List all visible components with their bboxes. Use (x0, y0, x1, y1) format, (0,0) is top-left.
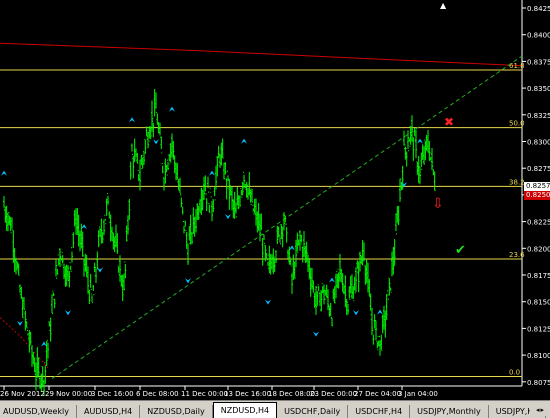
fractal-arrow-icon (329, 277, 335, 283)
moving-average-line (0, 42, 523, 67)
trend-line[interactable] (51, 55, 523, 380)
fractal-arrow-icon (241, 138, 247, 144)
price-tick-label: 0.8125 (527, 325, 550, 333)
down-arrow-icon: ⇩ (432, 196, 444, 212)
scroll-marker-icon[interactable]: ▲ (440, 1, 447, 10)
fractal-arrow-icon (313, 331, 319, 337)
time-tick-label: 13 Dec 16:00 (224, 390, 271, 398)
time-tick-label: 27 Dec 04:00 (354, 390, 401, 398)
price-tick-label: 0.8200 (527, 245, 550, 253)
chart-tab[interactable]: USDCHF,H4 (348, 405, 411, 418)
price-tick-label: 0.8175 (527, 272, 550, 280)
fractal-arrow-icon (17, 320, 23, 326)
price-tick-label: 0.8375 (527, 58, 550, 66)
fib-level-label: 23.6 (509, 251, 525, 259)
tab-scroll-left-icon[interactable]: ◂ (536, 406, 540, 414)
price-tick-label: 0.8400 (527, 32, 550, 40)
sell-x-icon: ✖ (444, 115, 455, 129)
fractal-arrow-icon (1, 170, 7, 176)
time-tick-label: 23 Dec 00:00 (310, 390, 357, 398)
tab-scroll-right-icon[interactable]: ▸ (541, 406, 545, 414)
fractal-arrow-icon (185, 278, 191, 284)
price-chart[interactable]: 61.8 50.0 38.2 23.6 0.0 0.8425 0.8400 0.8375 0.… (0, 0, 550, 400)
price-tick-label: 0.8325 (527, 112, 550, 120)
price-tick-label: 0.8425 (527, 5, 550, 13)
chart-tab[interactable]: AUDUSD,Weekly (0, 405, 77, 418)
chart-tab[interactable]: AUDUSD,H4 (77, 405, 141, 418)
chart-tab[interactable]: NZDUSD,Daily (140, 405, 213, 418)
fractal-arrow-icon (129, 117, 135, 123)
fractal-arrow-icon (169, 106, 175, 112)
time-tick-label: 3 Dec 16:00 (91, 390, 134, 398)
fib-level-label: 50.0 (509, 120, 525, 128)
chart-tab[interactable]: USDCHF,Daily (277, 405, 349, 418)
fractal-arrow-icon (289, 245, 295, 251)
price-tick-label: 0.8225 (527, 219, 550, 227)
chart-tab[interactable]: NZDUSD,H4 (212, 402, 278, 418)
time-tick-label: 6 Dec 08:00 (136, 390, 179, 398)
fractal-arrow-icon (81, 224, 87, 230)
check-icon: ✔ (455, 243, 466, 258)
fractal-arrow-icon (65, 310, 71, 316)
price-tick-label: 0.8150 (527, 299, 550, 307)
time-tick-label: 11 Dec 00:00 (181, 390, 228, 398)
price-tick-label: 0.8350 (527, 85, 550, 93)
price-tick-label: 0.8075 (527, 379, 550, 387)
fractal-arrow-icon (153, 139, 159, 145)
chart-tabs: AUDUSD,Weekly AUDUSD,H4 NZDUSD,Daily NZDUSD… (0, 400, 550, 418)
tab-scroll: ◂ ▸ (530, 403, 550, 416)
moving-average-tail (0, 317, 49, 369)
fractal-arrow-icon (353, 310, 359, 316)
chart-tab[interactable]: USDJPY,Monthly (410, 405, 489, 418)
time-tick-label: 29 Nov 00:00 (45, 390, 92, 398)
fractal-arrow-icon (97, 267, 103, 273)
fib-level-label: 38.2 (509, 178, 525, 186)
current-price-label: 0.8257 (524, 182, 550, 191)
price-tick-label: 0.8300 (527, 139, 550, 147)
fractal-arrow-icon (377, 309, 383, 315)
fractal-arrow-icon (265, 299, 271, 305)
time-tick-label: 3 Jan 04:00 (398, 390, 438, 398)
fractal-arrow-icon (209, 170, 215, 176)
fib-level-label: 0.0 (509, 368, 520, 376)
fractal-arrow-icon (225, 214, 231, 220)
fib-level-label: 61.8 (509, 62, 525, 70)
time-tick-label: 26 Nov 2012 (0, 390, 45, 398)
fractal-arrow-icon (41, 341, 47, 347)
price-tick-label: 0.8100 (527, 352, 550, 360)
chart-area[interactable]: 61.8 50.0 38.2 23.6 0.0 0.8425 0.8400 0.8375 0.… (0, 0, 550, 400)
price-tick-label: 0.8275 (527, 165, 550, 173)
time-tick-label: 18 Dec 08:00 (268, 390, 315, 398)
red-price-label: 0.8250 (524, 191, 550, 200)
fractal-arrow-icon (417, 138, 423, 144)
